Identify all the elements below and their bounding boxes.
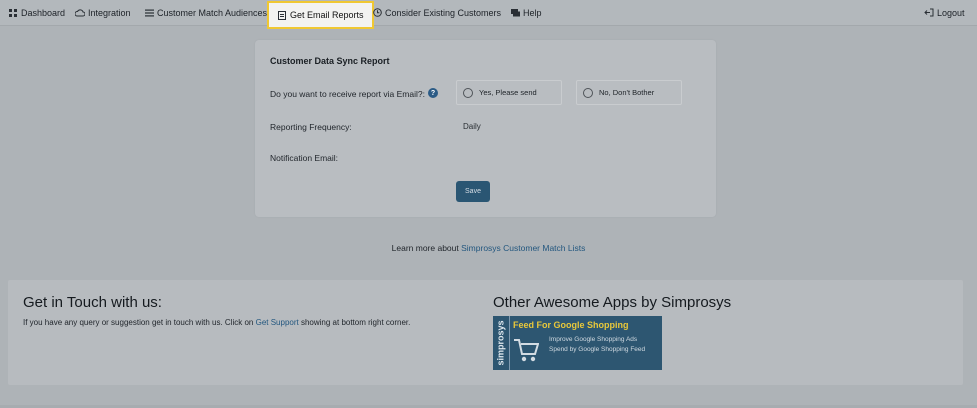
grid-icon (8, 8, 18, 18)
logout-icon (924, 8, 934, 18)
logout-label: Logout (937, 7, 965, 18)
nav-customer-match-audiences-label: Customer Match Audiences (157, 7, 268, 18)
radio-no-label: No, Don't Bother (599, 88, 655, 97)
email-report-question: Do you want to receive report via Email?… (270, 89, 425, 99)
clock-icon (372, 8, 382, 18)
radio-no-circle[interactable] (583, 87, 593, 98)
learn-more-link[interactable]: Simprosys Customer Match Lists (461, 243, 585, 253)
shopping-cart-icon (513, 334, 540, 364)
nav-get-email-reports-label: Get Email Reports (290, 10, 364, 20)
footer-panel: Get in Touch with us: If you have any qu… (8, 280, 963, 385)
nav-consider-existing-customers[interactable]: Consider Existing Customers (372, 0, 501, 25)
radio-yes-please-send[interactable]: Yes, Please send (456, 80, 562, 105)
simprosys-logo: simprosys (493, 316, 510, 370)
report-icon (277, 10, 287, 20)
nav-consider-existing-customers-label: Consider Existing Customers (385, 7, 502, 18)
apps-title: Other Awesome Apps by Simprosys (493, 294, 732, 311)
radio-no-dont-bother[interactable]: No, Don't Bother (576, 80, 682, 105)
nav-customer-match-audiences[interactable]: Customer Match Audiences (144, 0, 267, 25)
chat-icon (510, 8, 520, 18)
report-card: Customer Data Sync Report Do you want to… (255, 40, 716, 217)
nav-integration[interactable]: Integration (75, 0, 131, 25)
contact-text-suffix: showing at bottom right corner. (300, 318, 411, 327)
save-button[interactable]: Save (456, 181, 490, 202)
contact-text-prefix: If you have any query or suggestion get … (23, 318, 254, 327)
reporting-frequency-value: Daily (463, 122, 481, 131)
feed-for-google-shopping-banner[interactable]: simprosys Feed For Google Shopping Impro… (493, 316, 662, 370)
nav-dashboard[interactable]: Dashboard (8, 0, 65, 25)
learn-more-prefix: Learn more about (391, 243, 459, 253)
nav-help-label: Help (523, 7, 542, 18)
logout-button[interactable]: Logout (924, 0, 965, 25)
list-icon (144, 8, 154, 18)
contact-text: If you have any query or suggestion get … (23, 318, 410, 327)
notification-email-label: Notification Email: (270, 153, 339, 163)
help-icon[interactable]: ? (428, 88, 438, 98)
nav-dashboard-label: Dashboard (21, 7, 66, 18)
nav-help[interactable]: Help (510, 0, 542, 25)
reporting-frequency-label: Reporting Frequency: (270, 122, 352, 132)
top-nav: Dashboard Integration Customer Match Aud… (0, 0, 977, 29)
radio-yes-circle[interactable] (463, 87, 473, 98)
app-description: Improve Google Shopping Ads Spend by Goo… (549, 336, 646, 353)
radio-yes-label: Yes, Please send (479, 88, 537, 97)
get-support-link[interactable]: Get Support (256, 318, 299, 327)
app-title: Feed For Google Shopping (513, 320, 629, 330)
cloud-icon (75, 8, 85, 18)
report-card-title: Customer Data Sync Report (270, 56, 390, 66)
nav-integration-label: Integration (88, 7, 131, 18)
learn-more-line: Learn more about Simprosys Customer Matc… (0, 243, 977, 253)
contact-title: Get in Touch with us: (23, 294, 162, 311)
nav-get-email-reports[interactable]: Get Email Reports (267, 1, 374, 29)
